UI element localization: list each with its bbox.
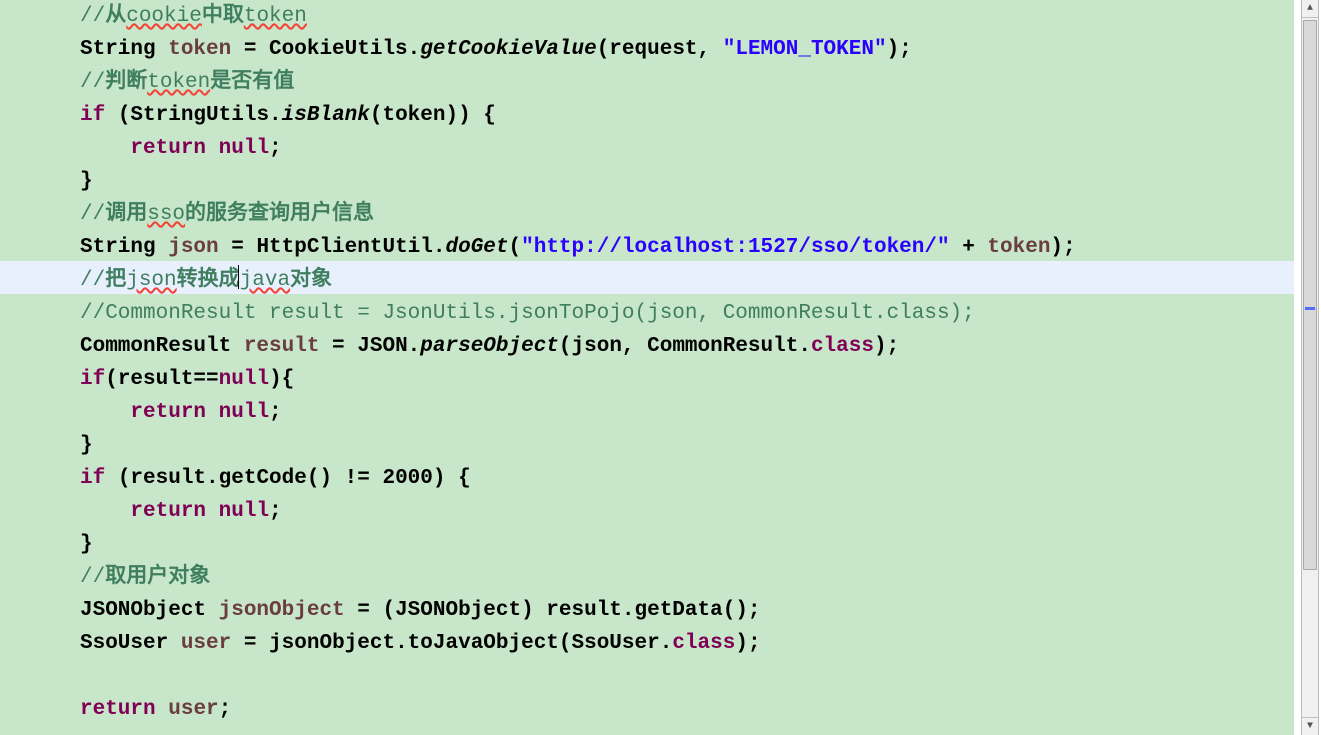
scrollbar-down-arrow-icon[interactable]: ▼ — [1302, 717, 1318, 735]
scrollbar-up-arrow-icon[interactable]: ▲ — [1302, 0, 1318, 18]
right-gutter-area: ▲ ▼ — [1294, 0, 1321, 735]
right-white-gap — [1294, 0, 1301, 735]
code-editor[interactable]: //从cookie中取token String token = CookieUt… — [0, 0, 1294, 735]
vertical-scrollbar[interactable]: ▲ ▼ — [1301, 0, 1319, 735]
scrollbar-thumb[interactable] — [1303, 20, 1317, 570]
editor-window: //从cookie中取token String token = CookieUt… — [0, 0, 1321, 735]
text-caret — [238, 265, 239, 289]
scrollbar-marker — [1305, 307, 1315, 310]
code-content[interactable]: //从cookie中取token String token = CookieUt… — [0, 0, 1294, 726]
